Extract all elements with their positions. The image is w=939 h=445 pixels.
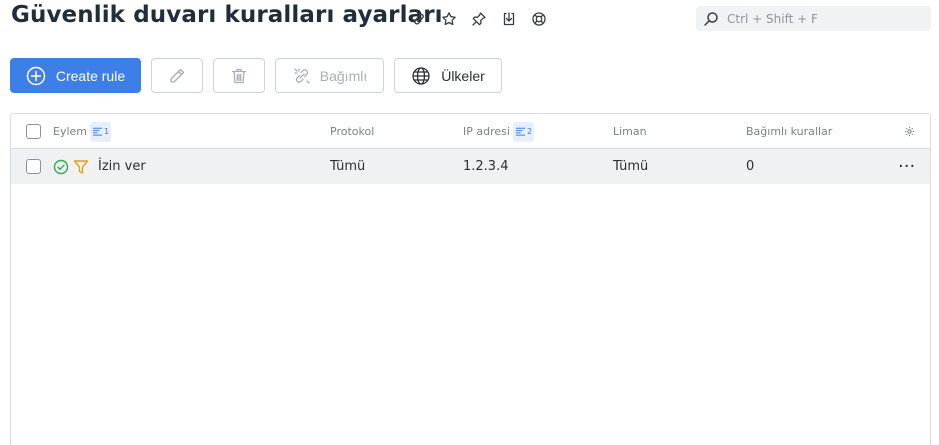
toolbar: Create rule Bağımlı Ülkeler xyxy=(10,58,502,93)
link-icon[interactable] xyxy=(408,8,430,30)
cell-action: İzin ver xyxy=(98,159,146,174)
unlink-icon xyxy=(294,67,310,84)
trash-icon xyxy=(231,68,247,83)
create-rule-button[interactable]: Create rule xyxy=(10,58,141,93)
row-checkbox[interactable] xyxy=(26,159,41,174)
cell-port: Tümü xyxy=(613,159,649,174)
allow-status-icon xyxy=(53,149,69,184)
select-all-cell xyxy=(26,114,41,149)
cell-protocol: Tümü xyxy=(330,159,366,174)
sort-icon xyxy=(92,127,103,136)
export-icon[interactable] xyxy=(498,8,520,30)
column-action[interactable]: Eylem 1 xyxy=(53,114,112,149)
help-icon[interactable] xyxy=(528,8,550,30)
column-port[interactable]: Liman xyxy=(613,114,647,149)
check-circle-icon xyxy=(53,159,69,174)
star-icon[interactable] xyxy=(438,8,460,30)
filter-icon-cell xyxy=(73,149,89,184)
gear-icon xyxy=(904,126,915,137)
table-header: Eylem 1 Protokol IP adresi 2 Liman Bağım… xyxy=(11,114,930,149)
column-ip[interactable]: IP adresi 2 xyxy=(463,114,535,149)
delete-button[interactable] xyxy=(213,58,265,93)
search-box[interactable] xyxy=(696,6,931,31)
search-input[interactable] xyxy=(727,11,927,26)
search-icon xyxy=(704,11,718,26)
cell-dependents: 0 xyxy=(746,159,755,174)
cell-ip: 1.2.3.4 xyxy=(463,159,509,174)
table-row[interactable]: İzin ver Tümü 1.2.3.4 Tümü 0 ··· xyxy=(11,149,930,184)
pencil-icon xyxy=(170,68,185,83)
sort-order: 1 xyxy=(104,127,110,136)
dependent-button[interactable]: Bağımlı xyxy=(275,58,384,93)
column-dependents[interactable]: Bağımlı kurallar xyxy=(746,114,832,149)
row-select-cell xyxy=(26,149,41,184)
column-action-label: Eylem xyxy=(53,125,87,138)
plus-circle-icon xyxy=(26,66,46,85)
pin-icon[interactable] xyxy=(468,8,490,30)
sort-badge[interactable]: 1 xyxy=(90,121,112,142)
title-actions xyxy=(408,8,550,30)
countries-label: Ülkeler xyxy=(441,67,485,84)
column-settings[interactable] xyxy=(904,114,915,149)
sort-order: 2 xyxy=(526,127,533,136)
globe-icon xyxy=(412,66,430,85)
row-more-button[interactable]: ··· xyxy=(898,149,915,184)
filter-icon xyxy=(73,159,89,174)
dependent-label: Bağımlı xyxy=(319,67,368,84)
column-protocol-label: Protokol xyxy=(330,125,375,138)
column-protocol[interactable]: Protokol xyxy=(330,114,374,149)
rules-table: Eylem 1 Protokol IP adresi 2 Liman Bağım… xyxy=(10,113,931,445)
column-port-label: Liman xyxy=(613,125,647,138)
column-dependents-label: Bağımlı kurallar xyxy=(746,125,833,138)
sort-icon xyxy=(515,127,526,136)
page-title: Güvenlik duvarı kuralları ayarları xyxy=(11,2,443,28)
select-all-checkbox[interactable] xyxy=(26,124,41,139)
create-rule-label: Create rule xyxy=(55,67,126,84)
column-ip-label: IP adresi xyxy=(463,125,510,138)
countries-button[interactable]: Ülkeler xyxy=(394,58,502,93)
sort-badge[interactable]: 2 xyxy=(512,121,535,142)
edit-button[interactable] xyxy=(151,58,203,93)
